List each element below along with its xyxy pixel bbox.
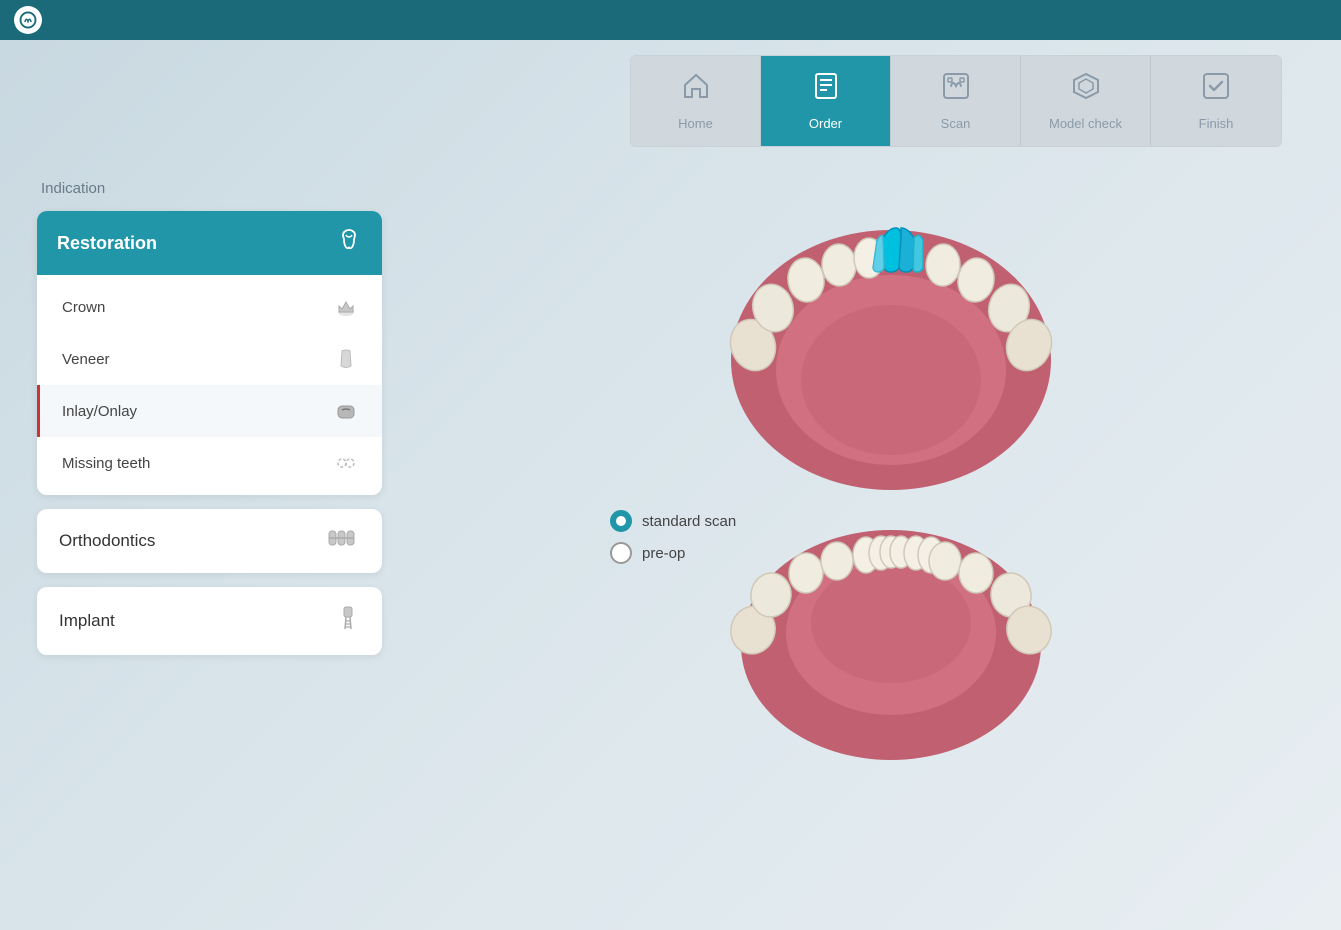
lower-arch-container bbox=[711, 515, 1071, 810]
standard-scan-radio[interactable] bbox=[610, 510, 632, 532]
radio-inner bbox=[616, 516, 626, 526]
tab-model-check-label: Model check bbox=[1049, 116, 1122, 131]
restoration-item-veneer[interactable]: Veneer bbox=[37, 333, 382, 385]
crown-icon bbox=[332, 293, 360, 321]
tab-home-label: Home bbox=[678, 116, 713, 131]
model-check-icon bbox=[1071, 71, 1101, 108]
dental-view-area: standard scan pre-op bbox=[440, 150, 1341, 930]
lower-arch-svg bbox=[711, 515, 1071, 805]
restoration-card: Restoration Crown Veneer bbox=[37, 211, 382, 495]
veneer-icon bbox=[332, 345, 360, 373]
implant-label: Implant bbox=[59, 611, 115, 631]
upper-arch-container bbox=[701, 160, 1081, 505]
top-bar bbox=[0, 0, 1341, 40]
restoration-icon bbox=[336, 227, 362, 259]
restoration-items: Crown Veneer Inlay/Onlay bbox=[37, 275, 382, 495]
missing-teeth-icon bbox=[332, 449, 360, 477]
orthodontics-icon bbox=[328, 527, 360, 555]
missing-label: Missing teeth bbox=[62, 455, 150, 472]
order-icon bbox=[811, 71, 841, 108]
tab-order[interactable]: Order bbox=[761, 56, 891, 146]
restoration-title: Restoration bbox=[57, 233, 157, 254]
orthodontics-label: Orthodontics bbox=[59, 531, 155, 551]
tab-scan[interactable]: Scan bbox=[891, 56, 1021, 146]
upper-arch-svg bbox=[701, 160, 1081, 500]
tab-order-label: Order bbox=[809, 116, 842, 131]
scan-icon bbox=[941, 71, 971, 108]
implant-item[interactable]: Implant bbox=[37, 587, 382, 655]
restoration-header[interactable]: Restoration bbox=[37, 211, 382, 275]
inlay-icon bbox=[332, 397, 360, 425]
restoration-item-inlay[interactable]: Inlay/Onlay bbox=[37, 385, 382, 437]
indication-label: Indication bbox=[37, 180, 382, 197]
implant-icon bbox=[336, 605, 360, 637]
finish-icon bbox=[1201, 71, 1231, 108]
restoration-item-crown[interactable]: Crown bbox=[37, 281, 382, 333]
crown-label: Crown bbox=[62, 299, 105, 316]
inlay-label: Inlay/Onlay bbox=[62, 403, 137, 420]
app-logo bbox=[14, 6, 42, 34]
home-icon bbox=[681, 71, 711, 108]
veneer-label: Veneer bbox=[62, 351, 110, 368]
nav-tabs: Home Order Scan bbox=[630, 55, 1282, 147]
tab-home[interactable]: Home bbox=[631, 56, 761, 146]
sidebar: Indication Restoration Crown bbox=[37, 180, 382, 669]
restoration-item-missing[interactable]: Missing teeth bbox=[37, 437, 382, 489]
tab-scan-label: Scan bbox=[941, 116, 971, 131]
orthodontics-item[interactable]: Orthodontics bbox=[37, 509, 382, 573]
pre-op-radio[interactable] bbox=[610, 542, 632, 564]
pre-op-label: pre-op bbox=[642, 545, 685, 562]
tab-model-check[interactable]: Model check bbox=[1021, 56, 1151, 146]
tab-finish-label: Finish bbox=[1199, 116, 1234, 131]
tab-finish[interactable]: Finish bbox=[1151, 56, 1281, 146]
